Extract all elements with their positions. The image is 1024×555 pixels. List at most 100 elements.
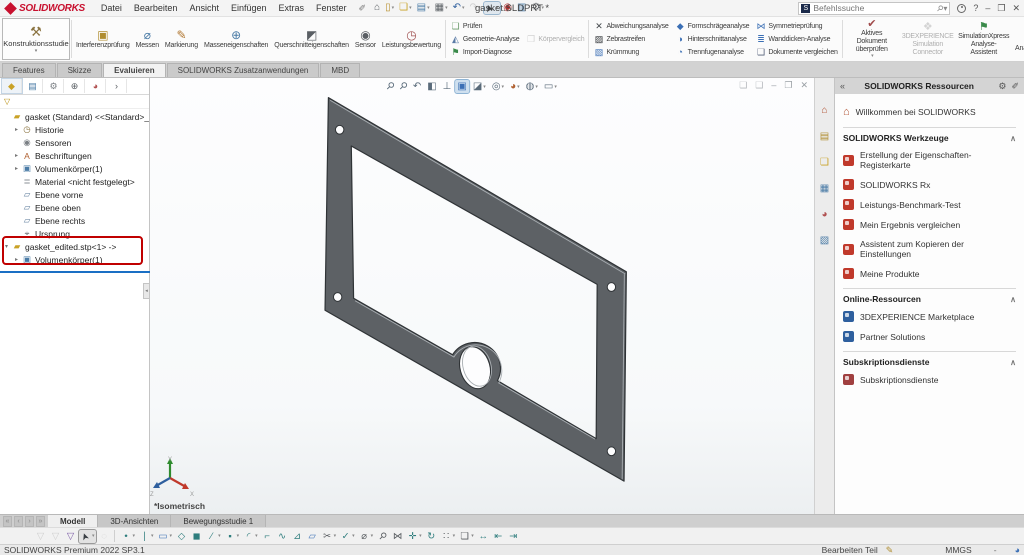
view-orientation-icon[interactable]: ▣	[454, 79, 470, 94]
gasket-model[interactable]	[150, 78, 814, 514]
tree-item-historie[interactable]: ▸ ◷ Historie	[0, 123, 149, 136]
selection-filter-toggle-icon[interactable]: ▽	[34, 530, 47, 543]
move-entities-icon[interactable]: ✛	[406, 530, 423, 543]
search-input[interactable]	[813, 3, 938, 13]
filter-wand-icon[interactable]: ▽	[64, 530, 77, 543]
corner-hole-top-left[interactable]	[334, 124, 345, 135]
konstruktionsstudie-button[interactable]: ⚒ Konstruktionsstudie ▾	[2, 18, 70, 60]
tree-item-sensoren[interactable]: ◉ Sensoren	[0, 136, 149, 149]
extend-left-icon[interactable]: ⇤	[492, 530, 505, 543]
displaymanager-tab-icon[interactable]: ◕	[86, 79, 106, 93]
zoom-to-fit-icon[interactable]: ⚲	[383, 80, 396, 93]
tree-item-gasket-edited[interactable]: ▾ ▰ gasket_edited.stp<1> ->	[0, 240, 149, 253]
configurationmanager-tab-icon[interactable]: ⚙	[44, 79, 64, 93]
panel-collapse-arrow[interactable]: ◂	[143, 283, 150, 299]
print-icon[interactable]: ▦	[433, 2, 450, 14]
tab-scroll-first-icon[interactable]: «	[3, 515, 12, 527]
file-explorer-tab-icon[interactable]: ❏	[820, 152, 829, 170]
toolbar-separator[interactable]	[113, 530, 118, 542]
simulationxpress-assistent-button[interactable]: ⚑ SimulationXpress Analyse-Assistent	[956, 18, 1012, 60]
tree-expander-icon[interactable]: ▸	[12, 152, 21, 159]
doc-minimize-icon[interactable]: –	[771, 80, 776, 91]
status-tag-icon[interactable]: ◕	[1015, 545, 1020, 555]
gasket-face[interactable]	[324, 97, 627, 482]
expand-panel-tabs-icon[interactable]: ›	[107, 79, 127, 93]
open-file-icon[interactable]: ❏	[397, 2, 413, 14]
tree-item-material[interactable]: ≣ Material <nicht festgelegt>	[0, 175, 149, 188]
tab-scroll-prev-icon[interactable]: ‹	[14, 515, 23, 527]
filter-funnel-icon[interactable]: ▽	[4, 97, 10, 106]
import-diagnose-button[interactable]: ⚑ Import-Diagnose	[447, 46, 523, 59]
design-library-tab-icon[interactable]: ▤	[820, 126, 829, 144]
aktives-dokument-ueberpruefen-button[interactable]: ✔ Aktives Dokument überprüfen	[844, 18, 900, 60]
spline-icon[interactable]: ∿	[276, 530, 289, 543]
koerpervergleich-button[interactable]: ❐ Körpervergleich	[522, 33, 587, 46]
tree-item-volumenkoerper[interactable]: ▸ ▣ Volumenkörper(1)	[0, 162, 149, 175]
view-settings-icon[interactable]: ▭	[542, 80, 559, 93]
querschnitteigenschaften-button[interactable]: ◩ Querschnitteigenschaften	[271, 18, 352, 60]
partner-solutions-link[interactable]: Partner Solutions	[843, 331, 1016, 342]
display-style-icon[interactable]: ◪	[471, 80, 488, 93]
menubar-pin-icon[interactable]: ✐	[359, 3, 367, 14]
unit-system-label[interactable]: MMGS	[945, 545, 971, 555]
section-collapse-icon[interactable]: ∧	[1010, 358, 1016, 367]
messen-button[interactable]: ⌀ Messen	[133, 18, 162, 60]
polygon-tool-icon[interactable]: ◇	[175, 530, 188, 543]
copy-settings-wizard-link[interactable]: Assistent zum Kopieren der Einstellungen	[843, 239, 1016, 259]
model-tab[interactable]: Modell	[48, 515, 99, 527]
tree-expander-icon[interactable]: ▸	[12, 256, 21, 263]
tree-item-beschriftungen[interactable]: ▸ A Beschriftungen	[0, 149, 149, 162]
custom-properties-tab-icon[interactable]: ▧	[820, 230, 829, 248]
sensor-button[interactable]: ◉ Sensor	[352, 18, 379, 60]
reference-triangle-icon[interactable]: ⊿	[291, 530, 304, 543]
extend-right-icon[interactable]: ⇥	[507, 530, 520, 543]
interferenzpruefung-button[interactable]: ▣ Interferenzprüfung	[73, 18, 133, 60]
tab-scroll-next-icon[interactable]: ›	[25, 515, 34, 527]
hide-show-items-icon[interactable]: ◎	[490, 80, 506, 93]
performance-benchmark-link[interactable]: Leistungs-Benchmark-Test	[843, 199, 1016, 210]
find-magnifier-icon[interactable]: ⚲	[376, 530, 389, 543]
tab-skizze[interactable]: Skizze	[56, 63, 103, 77]
graphics-viewport[interactable]: ⚲⚲↶◧⊥▣◪◎◕◍▭ ❏❑–❐✕ X Y Z *Isometrisch	[150, 78, 814, 514]
3dexperience-simulation-connector-button[interactable]: ❖ 3DEXPERIENCE Simulation Connector	[900, 18, 956, 60]
dokumente-vergleichen-button[interactable]: ❑ Dokumente vergleichen	[752, 46, 840, 59]
copy-entities-icon[interactable]: ❏	[458, 530, 475, 543]
filter-vertices-icon[interactable]: ▽	[49, 530, 62, 543]
task-pane-gear-icon[interactable]: ⚙	[998, 81, 1006, 92]
command-search[interactable]: S ⚲ ▾	[798, 1, 951, 15]
task-pane-pin-icon[interactable]: ✐	[1011, 81, 1019, 92]
kruemmung-button[interactable]: ▧ Krümmung	[590, 46, 671, 59]
appearances-scenes-tab-icon[interactable]: ◕	[821, 204, 827, 222]
tab-solidworks-zusatzanwendungen[interactable]: SOLIDWORKS Zusatzanwendungen	[166, 63, 320, 77]
tree-item-ebene-rechts[interactable]: ▱ Ebene rechts	[0, 214, 149, 227]
tab-scroll-last-icon[interactable]: »	[36, 515, 45, 527]
doc-new-window-icon[interactable]: ❏	[739, 80, 747, 91]
property-tab-builder-link[interactable]: Erstellung der Eigenschaften-Registerkar…	[843, 150, 1016, 170]
login-user-icon[interactable]	[957, 3, 967, 13]
tree-expander-icon[interactable]: ▾	[2, 243, 11, 250]
my-products-link[interactable]: Meine Produkte	[843, 268, 1016, 279]
wanddicken-analyse-button[interactable]: ≣ Wanddicken-Analyse	[752, 33, 840, 46]
markierung-button[interactable]: ✎ Markierung	[162, 18, 201, 60]
symmetriepruefung-button[interactable]: ⋈ Symmetrieprüfung	[752, 20, 840, 33]
menu-item[interactable]: Ansicht	[183, 2, 225, 14]
floxpress-assistent-button[interactable]: ❖FloXpress Analyseassistent	[1012, 18, 1024, 60]
section-collapse-icon[interactable]: ∧	[1010, 134, 1016, 143]
tree-expander-icon[interactable]: ▸	[12, 126, 21, 133]
hinterschnittanalyse-button[interactable]: ◑ Hinterschnittanalyse	[672, 33, 753, 46]
trennfugenanalyse-button[interactable]: ◔ Trennfugenanalyse	[672, 46, 753, 59]
trim-entities-icon[interactable]: ✂	[321, 530, 338, 543]
window-close-icon[interactable]: ✕	[1012, 3, 1020, 14]
menu-item[interactable]: Extras	[273, 2, 311, 14]
tab-evaluieren[interactable]: Evaluieren	[103, 63, 166, 77]
lasso-select-icon[interactable]: ◌	[98, 530, 111, 543]
pruefen-button[interactable]: ❏ Prüfen	[447, 20, 523, 33]
solid-box-icon[interactable]: ◼	[190, 530, 203, 543]
tab-mbd[interactable]: MBD	[320, 63, 361, 77]
tree-item-ebene-vorne[interactable]: ▱ Ebene vorne	[0, 188, 149, 201]
featuremanager-tab-icon[interactable]: ◆	[1, 78, 23, 94]
zoom-to-area-icon[interactable]: ⚲	[397, 80, 410, 93]
zebrastreifen-button[interactable]: ▨ Zebrastreifen	[590, 33, 671, 46]
geometrie-analyse-button[interactable]: ◭ Geometrie-Analyse	[447, 33, 523, 46]
select-arrow-icon[interactable]: ➤	[78, 528, 97, 544]
